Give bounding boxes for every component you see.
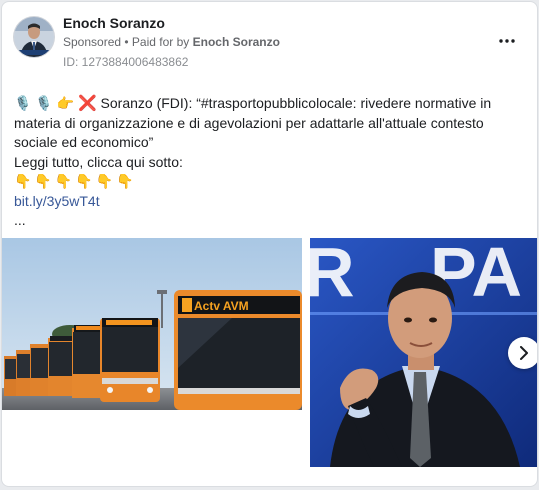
buses-photo[interactable]: Actv AVM bbox=[2, 238, 302, 410]
author-avatar[interactable] bbox=[14, 17, 54, 57]
lead-emojis: 🎙️ 🎙️ 👉 bbox=[14, 95, 75, 111]
read-more-text: Leggi tutto, clicca qui sotto: bbox=[14, 153, 183, 170]
pointing-down-emojis: 👇👇👇👇👇👇 bbox=[14, 173, 137, 189]
paid-for-name[interactable]: Enoch Soranzo bbox=[193, 35, 280, 49]
see-more-ellipsis[interactable]: ... bbox=[14, 211, 519, 231]
separator: • bbox=[121, 35, 132, 49]
sponsored-line: Sponsored • Paid for by Enoch Soranzo bbox=[63, 35, 280, 49]
paid-for-prefix: Paid for by bbox=[131, 35, 193, 49]
post-text: 🎙️ 🎙️ 👉 ❌ Soranzo (FDI): “#trasportopubb… bbox=[14, 94, 519, 231]
more-options-icon bbox=[499, 39, 515, 43]
svg-text:R: R bbox=[310, 238, 355, 311]
post-link[interactable]: bit.ly/3y5wT4t bbox=[14, 193, 100, 209]
cross-mark-icon: ❌ bbox=[77, 95, 97, 112]
speaker-photo[interactable]: R PA bbox=[310, 238, 537, 467]
author-name[interactable]: Enoch Soranzo bbox=[63, 15, 165, 31]
ad-card: Enoch Soranzo Sponsored • Paid for by En… bbox=[1, 1, 538, 487]
avatar-image bbox=[14, 17, 54, 57]
speaker-image: R PA bbox=[310, 238, 537, 467]
bus-sign-text: Actv AVM bbox=[194, 299, 249, 313]
more-options-button[interactable] bbox=[495, 32, 519, 50]
chevron-right-icon bbox=[520, 346, 528, 360]
sponsored-label: Sponsored bbox=[63, 35, 122, 49]
post-headline: 🎙️ 🎙️ 👉 ❌ Soranzo (FDI): “#trasportopubb… bbox=[14, 94, 519, 153]
buses-image: Actv AVM bbox=[2, 238, 302, 410]
carousel-next-button[interactable] bbox=[508, 337, 537, 369]
ad-id: ID: 1273884006483862 bbox=[63, 55, 189, 69]
